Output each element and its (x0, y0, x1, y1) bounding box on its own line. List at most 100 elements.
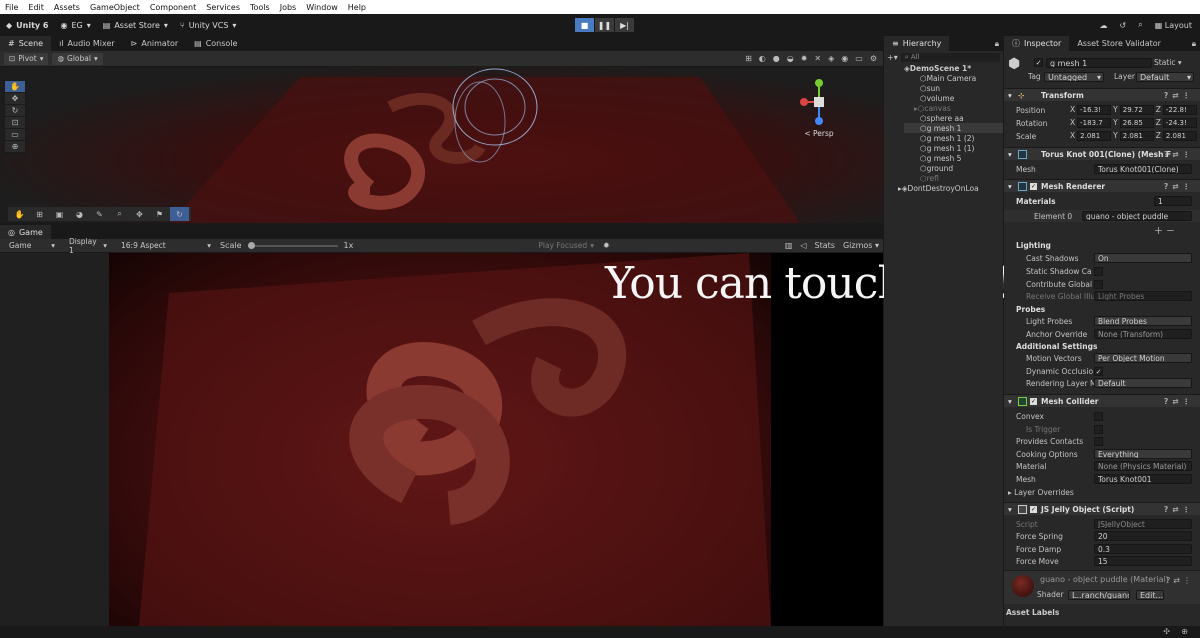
mesh-field[interactable]: Torus Knot001(Clone) (1094, 164, 1192, 174)
stats-button[interactable]: Stats (815, 241, 835, 250)
collider-mesh-field[interactable]: Torus Knot001 (1094, 474, 1192, 484)
convex-checkbox[interactable] (1094, 411, 1103, 421)
component-menu-icon[interactable]: ?⇄⋮ (1164, 150, 1194, 159)
global-dropdown[interactable]: ◍ Global ▾ (52, 52, 103, 65)
cloud-icon[interactable]: ☁ (1100, 21, 1108, 30)
rect-tool-icon[interactable]: ▭ (5, 129, 25, 141)
component-menu-icon[interactable]: ?⇄⋮ (1164, 505, 1194, 514)
materials-row[interactable]: Materials 1 (1004, 195, 1200, 207)
scale-x[interactable]: 2.081 (1077, 131, 1112, 141)
menu-window[interactable]: Window (301, 3, 343, 12)
unity-version-button[interactable]: ◆ Unity 6 (0, 17, 54, 33)
tab-audio-mixer[interactable]: ıl Audio Mixer (51, 36, 123, 51)
search-icon[interactable]: ⌕ (1138, 20, 1142, 30)
frame-debugger-icon[interactable]: ▥ (785, 241, 793, 250)
perspective-label[interactable]: < Persp (796, 129, 842, 138)
enabled-checkbox[interactable]: ✓ (1030, 182, 1037, 190)
list-item[interactable]: ⬡ Main Camera (904, 73, 1003, 83)
audio-icon[interactable]: ◁ (800, 241, 806, 250)
rotate-tool-icon[interactable]: ↻ (5, 105, 25, 117)
list-item[interactable]: ⬡ volume (904, 93, 1003, 103)
light-probes-dropdown[interactable]: Blend Probes (1094, 316, 1192, 326)
list-item[interactable]: ⬡ refl (904, 173, 1003, 183)
layer-dropdown[interactable]: Default ▾ (1136, 72, 1194, 82)
shader-edit-button[interactable]: Edit... (1136, 590, 1164, 600)
list-item[interactable]: ⬡ g mesh 1 (2) (904, 133, 1003, 143)
probes-foldout[interactable]: Probes (1004, 303, 1200, 315)
list-item[interactable]: ⬡ g mesh 5 (904, 153, 1003, 163)
foldout-icon[interactable]: ▾ (1008, 505, 1012, 514)
foldout-icon[interactable]: ▾ (1008, 182, 1012, 191)
list-item[interactable]: ⬡ sphere aa (904, 113, 1003, 123)
camera-icon[interactable]: ▭ (855, 54, 863, 63)
lighting-foldout[interactable]: Lighting (1004, 239, 1200, 251)
ddol-root[interactable]: ▸ ◈ DontDestroyOnLoa (898, 183, 1003, 193)
list-item[interactable]: ⬡ sun (904, 83, 1003, 93)
menu-component[interactable]: Component (145, 3, 201, 12)
foldout-icon[interactable]: ▾ (1008, 150, 1012, 159)
tab-inspector[interactable]: ⓘ Inspector (1004, 36, 1070, 51)
display-dropdown[interactable]: Display 1 ▾ (64, 237, 112, 255)
vcs-dropdown[interactable]: ⑂ Unity VCS ▾ (174, 17, 243, 33)
scale-tool-icon[interactable]: ⊡ (5, 117, 25, 129)
list-item[interactable]: ⬡ ground (904, 163, 1003, 173)
scene-viewport[interactable]: ✋ ✥ ↻ ⊡ ▭ ⊕ < Persp ✋ ⊞ ▣ ◕ ✎ ⌕ ✥ ⚑ ↻ (0, 67, 883, 223)
force-damp-field[interactable]: 0.3 (1094, 544, 1192, 554)
component-menu-icon[interactable]: ?⇄⋮ (1164, 397, 1194, 406)
foldout-icon[interactable]: ▾ (1008, 397, 1012, 406)
pivot-dropdown[interactable]: ⊡ Pivot ▾ (4, 52, 49, 65)
tab-animator[interactable]: ⊳ Animator (123, 36, 186, 51)
add-icon[interactable]: +▾ (887, 53, 898, 62)
shader-dropdown[interactable]: L..ranch/guanc (1068, 590, 1130, 600)
shading-wire-icon[interactable]: ◐ (759, 54, 766, 63)
menu-gameobject[interactable]: GameObject (85, 3, 145, 12)
foldout-icon[interactable]: ▾ (1008, 91, 1012, 100)
rotation-y[interactable]: 26.85 (1119, 118, 1154, 128)
play-focused-dropdown[interactable]: Play Focused ▾ (533, 240, 599, 252)
lock-icon[interactable]: 🔒︎ (1192, 39, 1200, 49)
rotation-x[interactable]: -183.7 (1077, 118, 1112, 128)
is-trigger-checkbox[interactable] (1094, 424, 1103, 434)
tab-hierarchy[interactable]: ≡ Hierarchy (884, 36, 950, 51)
materials-count[interactable]: 1 (1154, 196, 1192, 206)
component-menu-icon[interactable]: ?⇄⋮ (1164, 182, 1194, 191)
tab-console[interactable]: ▤ Console (186, 36, 245, 51)
asset-labels[interactable]: Asset Labels (1006, 608, 1059, 617)
position-z[interactable]: -22.8! (1162, 105, 1197, 115)
tool-icon-8[interactable]: ⚑ (150, 207, 169, 221)
additional-settings-foldout[interactable]: Additional Settings (1004, 340, 1200, 352)
play-button[interactable]: ■ (575, 18, 594, 32)
force-move-field[interactable]: 15 (1094, 556, 1192, 566)
layout-dropdown[interactable]: ▦ Layout (1155, 21, 1192, 30)
fx-icon[interactable]: ✹ (801, 54, 808, 63)
tool-icon-5[interactable]: ✎ (90, 207, 109, 221)
audio-mute-icon[interactable]: ✕ (814, 54, 821, 63)
gizmos-button[interactable]: Gizmos ▾ (843, 241, 879, 250)
scale-slider[interactable] (247, 241, 338, 249)
rotation-z[interactable]: -24.3! (1162, 118, 1197, 128)
shading-shaded-icon[interactable]: ● (773, 54, 780, 63)
tab-scene[interactable]: # Scene (0, 36, 52, 51)
status-icon-1[interactable]: ✣ (1163, 627, 1170, 636)
step-button[interactable]: ▶| (615, 18, 634, 32)
transform-header[interactable]: ▾ ⊹ Transform ?⇄⋮ (1004, 88, 1200, 101)
component-menu-icon[interactable]: ?⇄⋮ (1166, 576, 1194, 585)
enabled-checkbox[interactable]: ✓ (1030, 505, 1037, 513)
settings-icon[interactable]: ✹ (603, 241, 610, 250)
minus-icon[interactable]: － (1166, 227, 1175, 237)
visibility-icon[interactable]: ◉ (841, 54, 848, 63)
menu-help[interactable]: Help (343, 3, 371, 12)
jelly-script-header[interactable]: ▾ ✓ JS Jelly Object (Script) ?⇄⋮ (1004, 502, 1200, 515)
tab-asset-store-validator[interactable]: Asset Store Validator (1069, 36, 1169, 51)
menu-file[interactable]: File (0, 3, 23, 12)
orientation-gizmo[interactable]: < Persp (796, 77, 842, 138)
contribute-gi-checkbox[interactable] (1094, 279, 1103, 289)
shading-lit-icon[interactable]: ◒ (787, 54, 794, 63)
scale-z[interactable]: 2.081 (1162, 131, 1197, 141)
lock-icon[interactable]: 🔒︎ (995, 39, 1003, 49)
menu-assets[interactable]: Assets (49, 3, 85, 12)
dynamic-occlusion-checkbox[interactable]: ✓ (1094, 366, 1103, 376)
object-name-field[interactable]: g mesh 1 (1046, 58, 1152, 68)
anchor-field[interactable]: None (Transform) (1094, 329, 1192, 339)
tool-icon-3[interactable]: ▣ (50, 207, 69, 221)
